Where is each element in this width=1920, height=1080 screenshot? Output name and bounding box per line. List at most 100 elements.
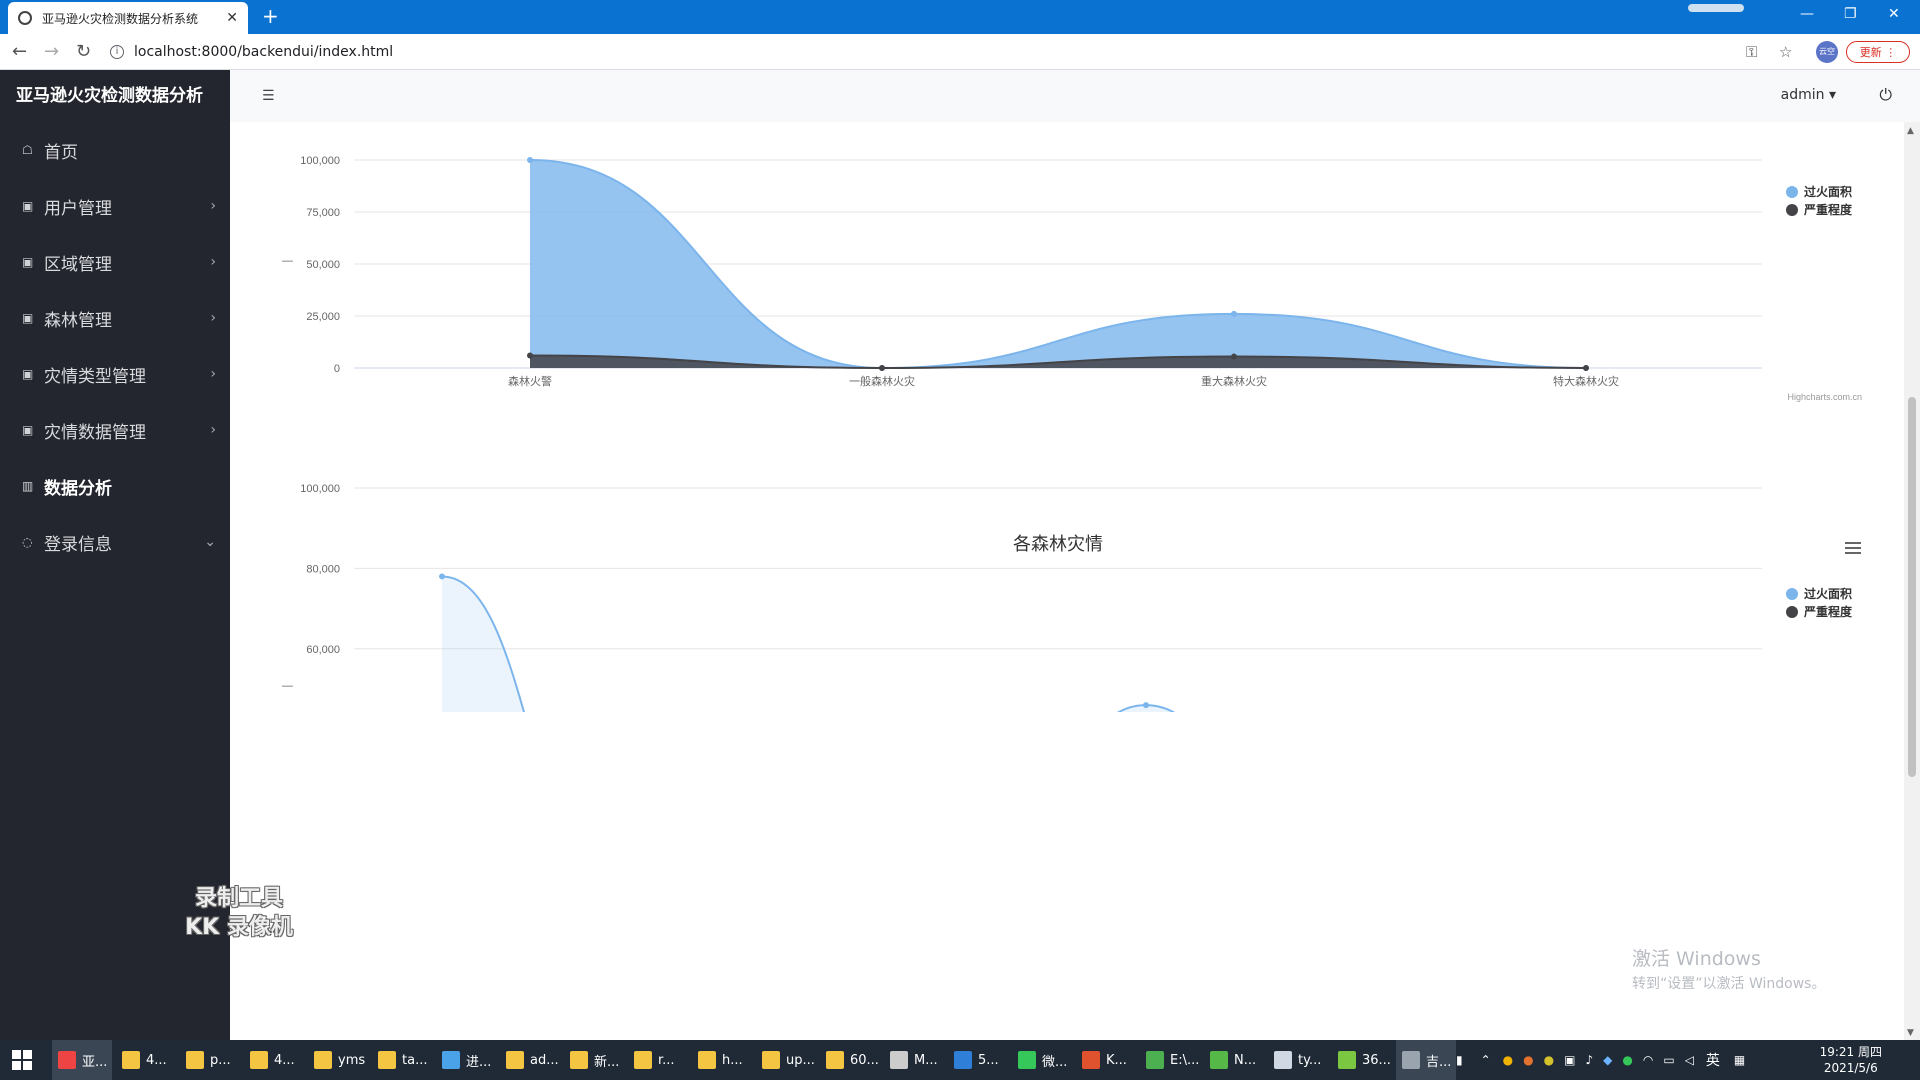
- window-close-icon[interactable]: ✕: [1888, 6, 1900, 22]
- tray-bell-icon[interactable]: ♪: [1585, 1053, 1593, 1067]
- doc-icon: ▣: [22, 423, 34, 437]
- power-icon[interactable]: ⏻: [1879, 85, 1892, 105]
- tray-volume-icon[interactable]: ◁: [1685, 1053, 1694, 1067]
- tray-chevron-up-icon[interactable]: ⌃: [1481, 1053, 1491, 1067]
- taskbar-item[interactable]: 微...: [1012, 1040, 1072, 1080]
- tray-wechat-icon[interactable]: ●: [1622, 1053, 1632, 1067]
- taskbar-item-label: 微...: [1042, 1054, 1068, 1070]
- scroll-up-icon[interactable]: ▲: [1907, 126, 1914, 136]
- tray-network-icon[interactable]: ▭: [1663, 1053, 1674, 1067]
- taskbar-app-icon: [762, 1051, 780, 1069]
- taskbar-item[interactable]: 5...: [948, 1040, 1008, 1080]
- taskbar-item[interactable]: 亚...: [52, 1040, 112, 1080]
- star-icon[interactable]: ☆: [1779, 43, 1792, 61]
- x-tick-label: 特大森林火灾: [1553, 374, 1619, 388]
- ime-indicator[interactable]: 英: [1706, 1050, 1720, 1070]
- sidebar-item-login-info[interactable]: ◌ 登录信息 ⌄: [0, 514, 230, 570]
- sidebar-item-home[interactable]: ☖ 首页: [0, 122, 230, 178]
- chart-credits: Highcharts.com.cn: [1787, 392, 1862, 402]
- tray-battery-icon[interactable]: ▮: [1456, 1053, 1463, 1067]
- browser-tabstrip: 亚马逊火灾检测数据分析系统 ✕ + — ❐ ✕: [0, 0, 1920, 34]
- tray-wifi-icon[interactable]: ◠: [1643, 1053, 1653, 1067]
- taskbar-item[interactable]: up...: [756, 1040, 816, 1080]
- legend-marker: [1786, 606, 1798, 618]
- sidebar-item-forests[interactable]: ▣ 森林管理 ›: [0, 290, 230, 346]
- sidebar-item-analytics[interactable]: ▥ 数据分析: [0, 458, 230, 514]
- taskbar-app-icon: [1274, 1051, 1292, 1069]
- taskbar-item[interactable]: 4...: [116, 1040, 176, 1080]
- info-icon[interactable]: i: [110, 45, 124, 59]
- key-icon[interactable]: ⚿: [1746, 43, 1757, 61]
- x-tick-label: 一般森林火灾: [849, 374, 915, 388]
- legend-label: 严重程度: [1803, 604, 1853, 619]
- chart-title: 各森林灾情: [1013, 534, 1103, 554]
- browser-tab[interactable]: 亚马逊火灾检测数据分析系统 ✕: [8, 2, 248, 34]
- y-tick-label: 75,000: [306, 207, 340, 219]
- taskbar-app-icon: [1210, 1051, 1228, 1069]
- taskbar-item[interactable]: E:\...: [1140, 1040, 1200, 1080]
- taskbar-item[interactable]: yms: [308, 1040, 368, 1080]
- page-scrollbar[interactable]: ▲ ▼: [1904, 122, 1920, 1040]
- taskbar-item-label: 36...: [1362, 1052, 1391, 1068]
- taskbar-item[interactable]: 36...: [1332, 1040, 1392, 1080]
- menu-collapse-icon[interactable]: ☰: [262, 88, 275, 104]
- taskbar-item[interactable]: 4...: [244, 1040, 304, 1080]
- taskbar-item-label: ty...: [1298, 1052, 1322, 1068]
- close-tab-icon[interactable]: ✕: [226, 10, 238, 26]
- taskbar-item[interactable]: r...: [628, 1040, 688, 1080]
- sidebar-item-disaster-types[interactable]: ▣ 灾情类型管理 ›: [0, 346, 230, 402]
- back-icon[interactable]: ←: [12, 41, 27, 62]
- taskbar-item[interactable]: ad...: [500, 1040, 560, 1080]
- taskbar-item[interactable]: p...: [180, 1040, 240, 1080]
- taskbar-item[interactable]: 新...: [564, 1040, 624, 1080]
- reload-icon[interactable]: ↻: [76, 41, 91, 62]
- y-tick-label: 100,000: [300, 155, 340, 167]
- sidebar-item-users[interactable]: ▣ 用户管理 ›: [0, 178, 230, 234]
- sidebar-item-regions[interactable]: ▣ 区域管理 ›: [0, 234, 230, 290]
- tray-shield-icon[interactable]: ◆: [1603, 1053, 1612, 1067]
- username: admin: [1780, 87, 1825, 103]
- taskbar-item[interactable]: N...: [1204, 1040, 1264, 1080]
- data-point: [1231, 353, 1237, 360]
- y-axis-glyph: —: [282, 255, 293, 267]
- system-tray: ▮ ⌃ ● ● ● ▣ ♪ ◆ ● ◠ ▭ ◁ 英 ▦: [1456, 1040, 1745, 1080]
- taskbar-clock[interactable]: 19:21 周四 2021/5/6: [1820, 1044, 1882, 1076]
- taskbar-item[interactable]: h...: [692, 1040, 752, 1080]
- tray-display-icon[interactable]: ▣: [1564, 1053, 1575, 1067]
- taskbar-app-icon: [826, 1051, 844, 1069]
- taskbar-item[interactable]: M...: [884, 1040, 944, 1080]
- sidebar-item-label: 登录信息: [44, 534, 112, 555]
- series-line: [441, 575, 1175, 712]
- scroll-thumb[interactable]: [1908, 397, 1916, 777]
- sidebar-item-disaster-data[interactable]: ▣ 灾情数据管理 ›: [0, 402, 230, 458]
- taskbar-app-icon: [1338, 1051, 1356, 1069]
- taskbar-item[interactable]: K...: [1076, 1040, 1136, 1080]
- windows-start-icon[interactable]: [12, 1050, 32, 1070]
- restore-icon[interactable]: ❐: [1844, 6, 1857, 22]
- tray-app-icon[interactable]: ●: [1523, 1053, 1533, 1067]
- profile-avatar[interactable]: 云空: [1816, 41, 1838, 63]
- update-button[interactable]: 更新 ⋮: [1846, 41, 1910, 63]
- minimize-icon[interactable]: —: [1800, 6, 1814, 22]
- app-brand: 亚马逊火灾检测数据分析: [16, 86, 203, 106]
- tray-app-icon[interactable]: ●: [1544, 1053, 1554, 1067]
- taskbar-item[interactable]: 60...: [820, 1040, 880, 1080]
- sidebar-item-label: 森林管理: [44, 310, 112, 331]
- taskbar-item[interactable]: ta...: [372, 1040, 432, 1080]
- scroll-down-icon[interactable]: ▼: [1907, 1028, 1914, 1038]
- taskbar-item[interactable]: 吉...: [1396, 1040, 1456, 1080]
- tray-keyboard-icon[interactable]: ▦: [1734, 1053, 1745, 1067]
- sidebar-item-label: 用户管理: [44, 198, 112, 219]
- globe-icon: [18, 11, 32, 25]
- taskbar-item[interactable]: ty...: [1268, 1040, 1328, 1080]
- data-point: [527, 352, 533, 359]
- taskbar-item-label: h...: [722, 1052, 743, 1068]
- taskbar-item[interactable]: 进...: [436, 1040, 496, 1080]
- forward-icon[interactable]: →: [44, 41, 59, 62]
- url-field[interactable]: i localhost:8000/backendui/index.html: [110, 39, 1750, 65]
- user-menu[interactable]: admin ▾: [1781, 87, 1836, 103]
- new-tab-icon[interactable]: +: [262, 4, 279, 28]
- data-point: [879, 365, 885, 371]
- taskbar-item-label: E:\...: [1170, 1052, 1200, 1068]
- tray-app-icon[interactable]: ●: [1503, 1053, 1513, 1067]
